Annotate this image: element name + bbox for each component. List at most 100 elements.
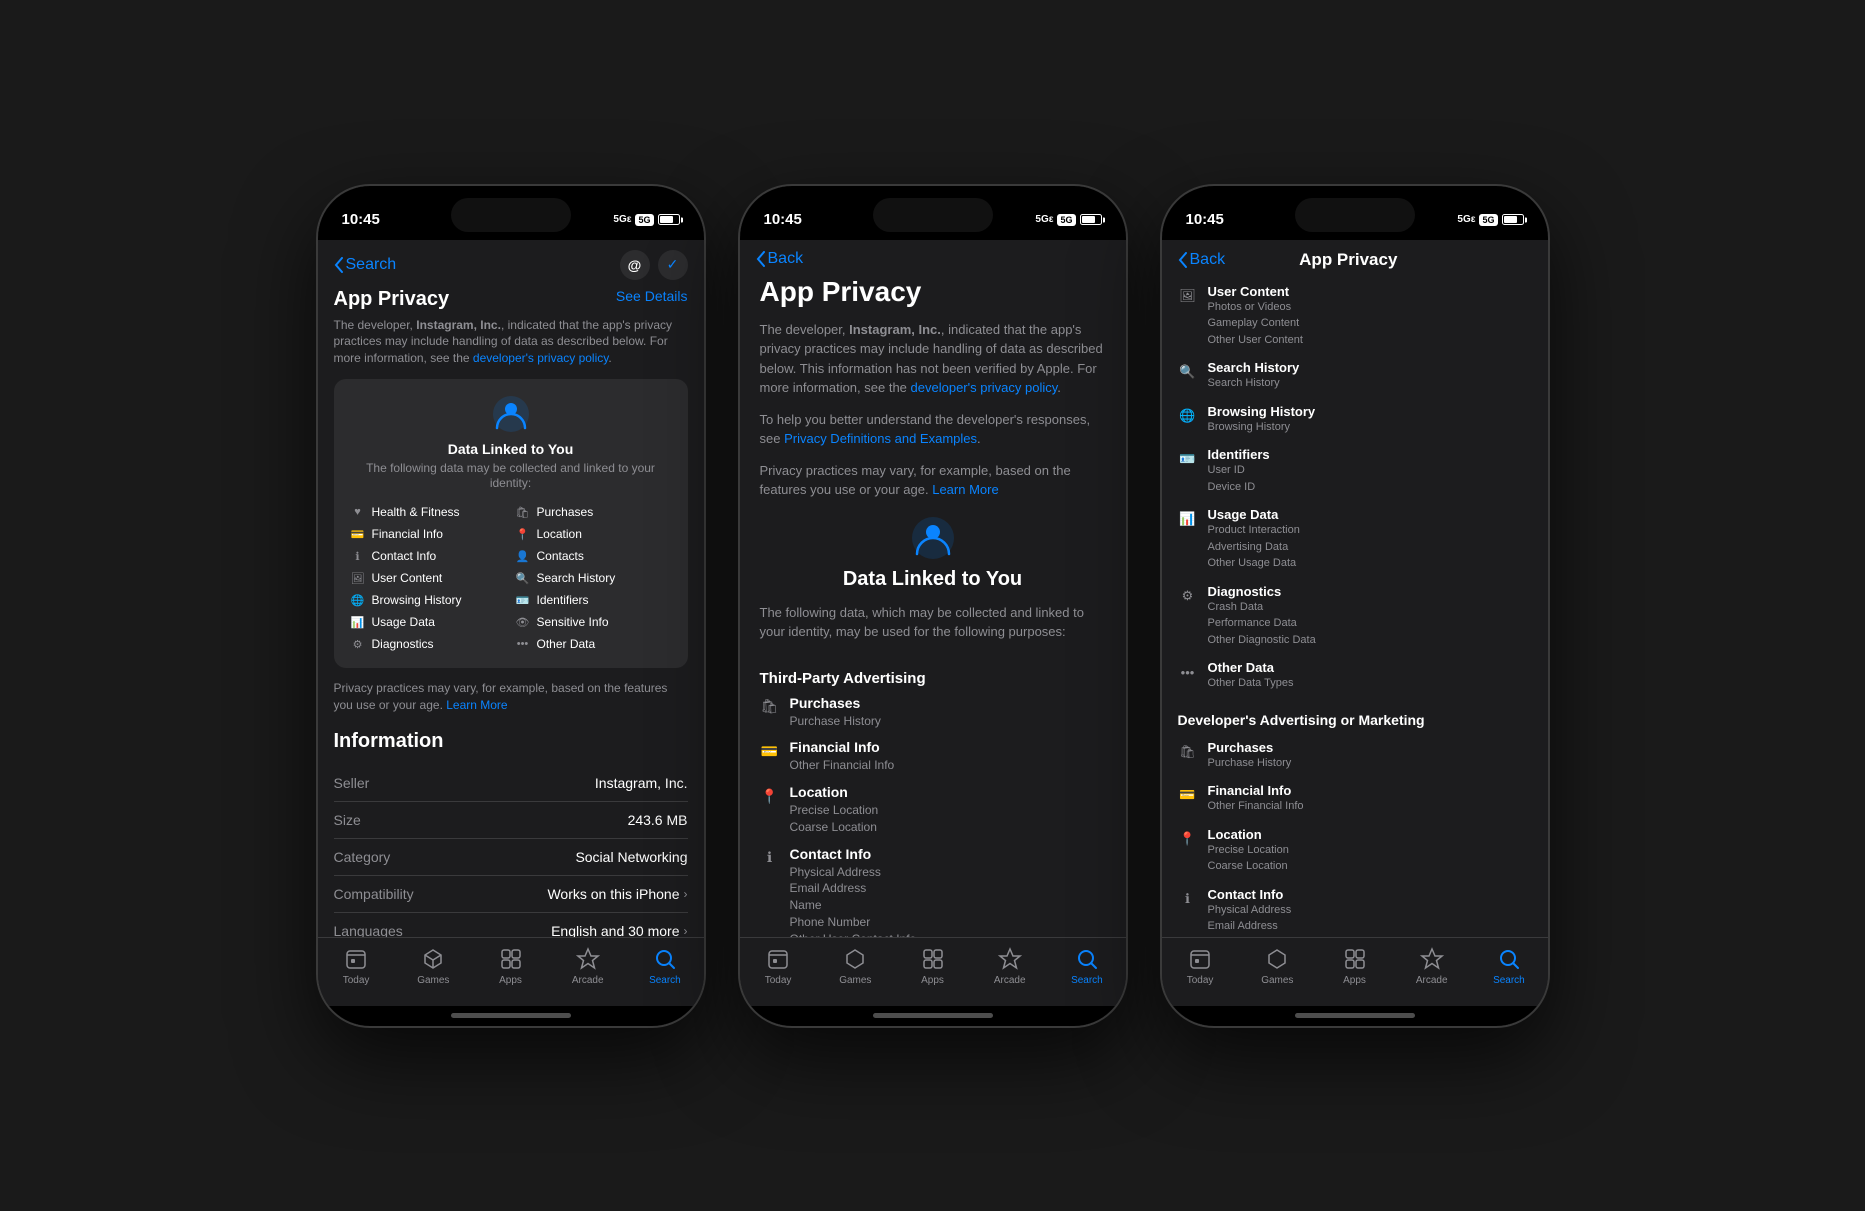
nav-bar-2: Back [740,240,1126,276]
globe-icon: 🌐 [350,592,366,608]
tab-label-search-2: Search [1071,975,1103,986]
today-icon-2 [765,946,791,972]
data-linked-title-2: Data Linked to You [843,568,1022,591]
data-item-financial: 💳 Financial Info [350,526,507,542]
arcade-icon-3 [1419,946,1445,972]
p3-purchases-2: 🛍 Purchases Purchase History [1178,734,1532,778]
learn-more-link-1[interactable]: Learn More [446,698,507,712]
status-bar-2: 10:45 5Gε 5G [740,186,1126,240]
tab-arcade-2[interactable]: Arcade [971,946,1048,986]
privacy-policy-link-2[interactable]: developer's privacy policy [911,380,1058,395]
status-bar-1: 10:45 5Gε 5G [318,186,704,240]
arcade-icon-1 [575,946,601,972]
bag-icon: 🛍 [515,504,531,520]
globe-icon-3: 🌐 [1178,406,1198,426]
tab-label-arcade-1: Arcade [572,975,604,986]
p2-item-contact: ℹ Contact Info Physical AddressEmail Add… [760,846,1106,937]
p3-identifiers: 🪪 Identifiers User IDDevice ID [1178,441,1532,501]
person-icon: 👤 [515,548,531,564]
creditcard-icon-2: 💳 [760,741,780,761]
tab-arcade-1[interactable]: Arcade [549,946,626,986]
tab-search-1[interactable]: Search [626,946,703,986]
arcade-icon-2 [997,946,1023,972]
p3-location-2: 📍 Location Precise LocationCoarse Locati… [1178,821,1532,881]
tab-label-search-3: Search [1493,975,1525,986]
learn-more-link-2[interactable]: Learn More [932,482,998,497]
tab-search-3[interactable]: Search [1470,946,1547,986]
apps-icon-1 [498,946,524,972]
search-icon: 🔍 [515,570,531,586]
checkmark-button-1[interactable]: ✓ [658,250,688,280]
bag-icon-2: 🛍 [760,697,780,717]
screen-content-3[interactable]: 🖼 User Content Photos or VideosGameplay … [1162,278,1548,937]
tab-today-1[interactable]: Today [318,946,395,986]
back-label-2: Back [768,250,804,268]
screen-3: Back App Privacy 🖼 User Content Photos o… [1162,240,1548,1006]
tab-games-2[interactable]: Games [817,946,894,986]
apps-icon-3 [1342,946,1368,972]
tab-label-today-3: Today [1187,975,1214,986]
info-row-languages[interactable]: Languages English and 30 more › [334,913,688,937]
p3-user-content: 🖼 User Content Photos or VideosGameplay … [1178,278,1532,355]
info-row-compatibility[interactable]: Compatibility Works on this iPhone › [334,876,688,913]
screen-1: Search @ ✓ App Privacy See Details The d… [318,240,704,1006]
tab-label-arcade-3: Arcade [1416,975,1448,986]
person-icon-1 [350,395,672,433]
data-item-contacts: 👤 Contacts [515,548,672,564]
dev-advertising-header: Developer's Advertising or Marketing [1178,712,1532,728]
data-item-location: 📍 Location [515,526,672,542]
photo-icon: 🖼 [350,570,366,586]
tab-today-2[interactable]: Today [740,946,817,986]
info-row-size: Size 243.6 MB [334,802,688,839]
tab-arcade-3[interactable]: Arcade [1393,946,1470,986]
tab-label-search-1: Search [649,975,681,986]
screen-content-2[interactable]: App Privacy The developer, Instagram, In… [740,276,1126,937]
home-indicator-3 [1162,1006,1548,1026]
tab-label-arcade-2: Arcade [994,975,1026,986]
id-icon-3: 🪪 [1178,449,1198,469]
signal-5g-2: 5G [1057,214,1075,226]
threads-icon-1[interactable]: @ [620,250,650,280]
back-label-1: Search [346,256,397,274]
info-title-1: Information [334,730,688,753]
tab-apps-2[interactable]: Apps [894,946,971,986]
third-party-header: Third-Party Advertising [760,670,1106,687]
tab-games-3[interactable]: Games [1239,946,1316,986]
tab-today-3[interactable]: Today [1162,946,1239,986]
tab-search-2[interactable]: Search [1048,946,1125,986]
back-button-3[interactable]: Back [1178,251,1226,269]
creditcard-icon: 💳 [350,526,366,542]
data-linked-sub-2: The following data, which may be collect… [760,603,1106,642]
home-indicator-1 [318,1006,704,1026]
privacy-note-1: Privacy practices may vary, for example,… [334,680,688,714]
see-details-link-1[interactable]: See Details [616,288,688,304]
back-button-2[interactable]: Back [756,250,804,268]
screen-content-1[interactable]: App Privacy See Details The developer, I… [318,288,704,937]
tab-apps-3[interactable]: Apps [1316,946,1393,986]
privacy-defs-link[interactable]: Privacy Definitions and Examples [784,431,977,446]
data-grid-1: ♥ Health & Fitness 🛍 Purchases 💳 Financi… [350,504,672,652]
tab-label-apps-3: Apps [1343,975,1366,986]
id-icon: 🪪 [515,592,531,608]
data-item-identifiers: 🪪 Identifiers [515,592,672,608]
tab-apps-1[interactable]: Apps [472,946,549,986]
p3-usage: 📊 Usage Data Product InteractionAdvertis… [1178,501,1532,578]
privacy-title-1: App Privacy [334,288,450,311]
p2-vary: Privacy practices may vary, for example,… [760,461,1106,500]
info-icon-3: ℹ [1178,889,1198,909]
battery-icon-1 [658,214,680,225]
p3-financial-2: 💳 Financial Info Other Financial Info [1178,777,1532,821]
tab-bar-2: Today Games Apps Arcade [740,937,1126,1006]
data-item-contact: ℹ Contact Info [350,548,507,564]
p2-intro: The developer, Instagram, Inc., indicate… [760,320,1106,398]
location-icon-3: 📍 [1178,829,1198,849]
tab-games-1[interactable]: Games [395,946,472,986]
data-item-browsing: 🌐 Browsing History [350,592,507,608]
info-row-category: Category Social Networking [334,839,688,876]
p2-item-location: 📍 Location Precise LocationCoarse Locati… [760,784,1106,836]
status-time-2: 10:45 [764,211,802,228]
today-icon-1 [343,946,369,972]
privacy-policy-link-1[interactable]: developer's privacy policy [473,351,608,365]
back-button-1[interactable]: Search [334,256,397,274]
creditcard-icon-3: 💳 [1178,785,1198,805]
